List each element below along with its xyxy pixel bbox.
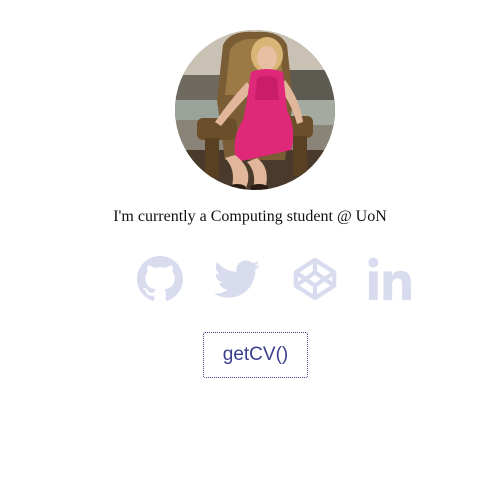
profile-photo — [175, 30, 335, 190]
twitter-link[interactable] — [214, 256, 260, 302]
profile-tagline: I'm currently a Computing student @ UoN — [113, 208, 387, 225]
github-link[interactable] — [137, 256, 183, 302]
github-icon — [137, 256, 183, 301]
codepen-icon — [293, 257, 337, 301]
profile-avatar — [175, 30, 335, 190]
profile-page: I'm currently a Computing student @ UoN — [0, 0, 500, 482]
twitter-icon — [214, 260, 260, 298]
linkedin-link[interactable] — [367, 256, 413, 302]
codepen-link[interactable] — [292, 256, 338, 302]
social-links — [0, 256, 500, 302]
linkedin-icon — [368, 257, 411, 301]
get-cv-button[interactable]: getCV() — [203, 332, 308, 378]
